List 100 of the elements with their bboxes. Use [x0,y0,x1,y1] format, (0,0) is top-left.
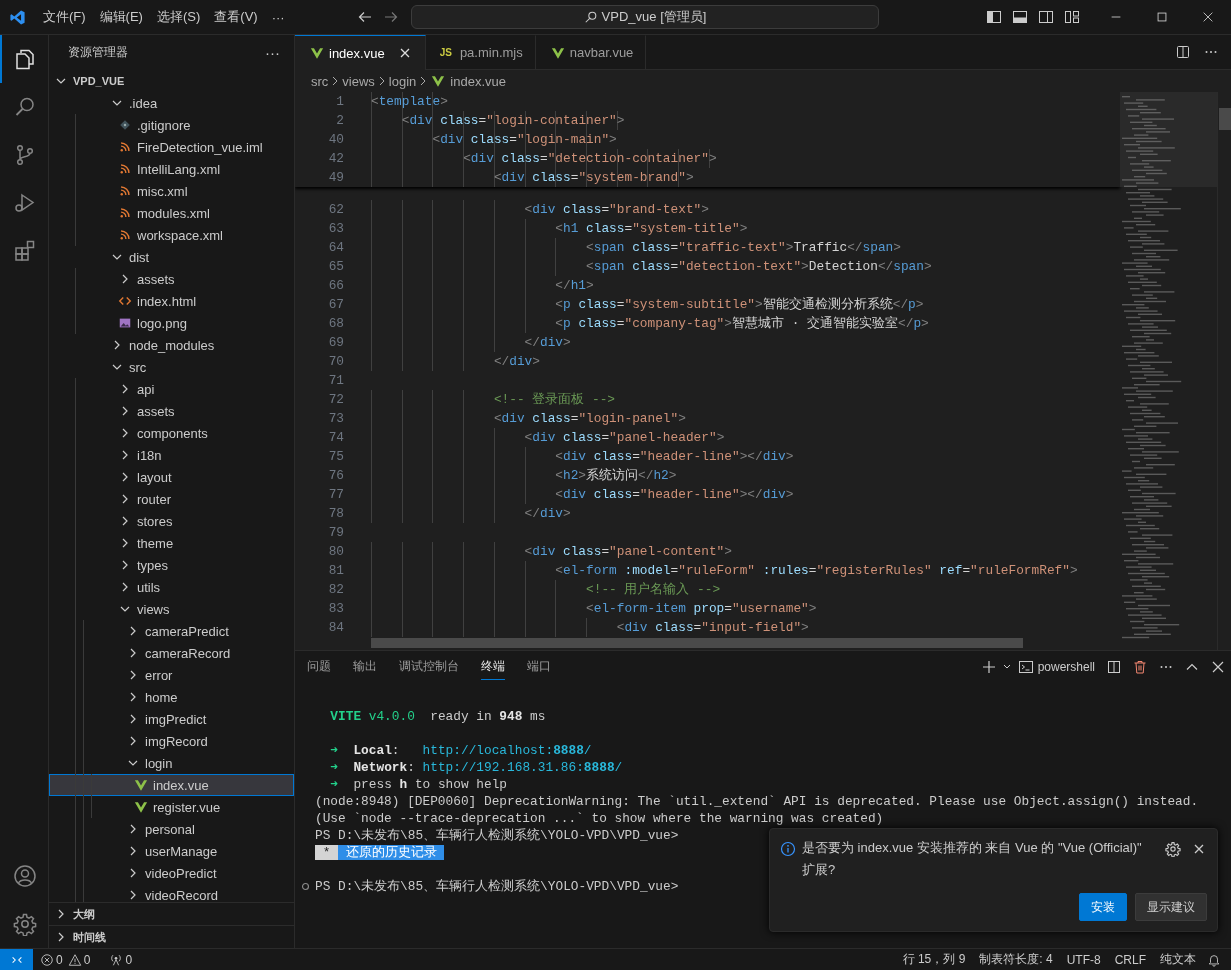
folder-item[interactable]: layout [49,466,294,488]
folder-item[interactable]: api [49,378,294,400]
folder-item[interactable]: home [49,686,294,708]
line-number: 42 [327,151,344,166]
folder-item[interactable]: utils [49,576,294,598]
remote-button[interactable] [0,948,33,970]
ports-status[interactable]: 0 [102,952,145,967]
file-item[interactable]: logo.png [49,312,294,334]
line-number: 81 [327,563,344,578]
status-item[interactable]: 纯文本 [1153,951,1203,968]
folder-item[interactable]: dist [49,246,294,268]
status-item[interactable]: 行 15，列 9 [895,951,973,968]
breadcrumb-item[interactable]: views [342,73,375,89]
folder-item[interactable]: stores [49,510,294,532]
more-menu[interactable]: ··· [264,9,292,25]
folder-header[interactable]: VPD_VUE [49,70,294,92]
horizontal-scrollbar[interactable] [371,638,1023,648]
terminal-line: * 还原的历史记录 [315,844,445,861]
folder-item[interactable]: i18n [49,444,294,466]
menu-item[interactable]: 文件(F) [36,8,93,26]
folder-item[interactable]: error [49,664,294,686]
folder-item[interactable]: src [49,356,294,378]
folder-item[interactable]: assets [49,268,294,290]
install-button[interactable]: 安装 [1079,893,1127,921]
split-editor-icon[interactable] [1175,44,1191,60]
back-arrow-icon[interactable] [357,9,373,25]
line-number: 40 [327,132,344,147]
folder-item[interactable]: videoRecord [49,884,294,902]
panel-tab[interactable]: 输出 [353,653,377,680]
toggle-panel-icon[interactable] [1012,9,1028,25]
toggle-secondary-sidebar-icon[interactable] [1038,9,1054,25]
file-item[interactable]: index.vue [49,774,294,796]
suggestions-button[interactable]: 显示建议 [1135,893,1207,921]
problems-status[interactable]: 0 0 [33,952,103,967]
file-item[interactable]: IntelliLang.xml [49,158,294,180]
panel-tab[interactable]: 终端 [481,653,505,680]
breadcrumb-item[interactable]: src [311,73,329,89]
folder-item[interactable]: personal [49,818,294,840]
section-header[interactable]: 大纲 [49,902,294,925]
angle-brackets-icon [118,294,132,308]
toggle-sidebar-icon[interactable] [986,9,1002,25]
file-item[interactable]: misc.xml [49,180,294,202]
status-item[interactable]: 制表符长度: 4 [972,951,1060,968]
folder-item[interactable]: login [49,752,294,774]
breadcrumb-item[interactable]: login [388,73,417,89]
command-marker-icon[interactable] [301,882,310,891]
trash-icon[interactable] [1132,658,1148,675]
folder-item[interactable]: imgPredict [49,708,294,730]
line-number: 63 [327,221,344,236]
error-icon [40,952,54,967]
folder-item[interactable]: cameraPredict [49,620,294,642]
command-search-field[interactable]: VPD_vue [管理员] [411,5,879,29]
scrollbar-thumb[interactable] [1219,108,1231,130]
menu-item[interactable]: 查看(V) [207,8,265,26]
file-item[interactable]: register.vue [49,796,294,818]
terminal-line: ➜ Local: http://localhost:8888/ [329,742,592,759]
editor-tab[interactable]: navbar.vue [535,35,647,69]
line-number: 78 [327,506,344,521]
terminal-line: PS D:\未发布\85、车辆行人检测系统\YOLO-VPD\VPD_vue> [315,827,679,844]
folder-item[interactable]: theme [49,532,294,554]
panel-tab[interactable]: 调试控制台 [399,653,459,680]
editor-tab[interactable]: JS pa.min.mjs [425,35,536,69]
folder-item[interactable]: router [49,488,294,510]
forward-arrow-icon[interactable] [383,9,399,25]
status-item[interactable]: UTF-8 [1059,952,1108,967]
panel-tab[interactable]: 端口 [527,653,551,680]
menu-item[interactable]: 编辑(E) [92,8,150,26]
line-number: 2 [335,113,344,128]
more-actions[interactable]: ··· [265,44,280,61]
maximize-icon [1155,10,1169,24]
plus-icon[interactable] [980,658,997,675]
file-item[interactable]: workspace.xml [49,224,294,246]
section-header[interactable]: 时间线 [49,925,294,948]
folder-item[interactable]: .idea [49,92,294,114]
file-item[interactable]: index.html [49,290,294,312]
customize-layout-icon[interactable] [1064,9,1080,25]
folder-item[interactable]: views [49,598,294,620]
editor-tab[interactable]: index.vue [295,35,426,70]
folder-item[interactable]: videoPredict [49,862,294,884]
panel-tab[interactable]: 问题 [307,653,331,680]
split-terminal-icon[interactable] [1106,658,1122,675]
breadcrumb-item[interactable]: index.vue [430,73,506,89]
settings-icon[interactable] [1165,841,1181,857]
info-icon [780,841,796,857]
bell-icon[interactable] [1207,952,1221,967]
folder-item[interactable]: imgRecord [49,730,294,752]
file-item[interactable]: .gitignore [49,114,294,136]
file-item[interactable]: FireDetection_vue.iml [49,136,294,158]
menu-item[interactable]: 选择(S) [149,8,208,26]
folder-item[interactable]: cameraRecord [49,642,294,664]
folder-item[interactable]: assets [49,400,294,422]
folder-item[interactable]: node_modules [49,334,294,356]
folder-item[interactable]: userManage [49,840,294,862]
line-number: 65 [327,259,344,274]
folder-item[interactable]: types [49,554,294,576]
file-item[interactable]: modules.xml [49,202,294,224]
folder-item[interactable]: components [49,422,294,444]
terminal-selector[interactable]: powershell [1017,658,1095,675]
search-icon [583,10,598,24]
status-item[interactable]: CRLF [1107,952,1153,967]
